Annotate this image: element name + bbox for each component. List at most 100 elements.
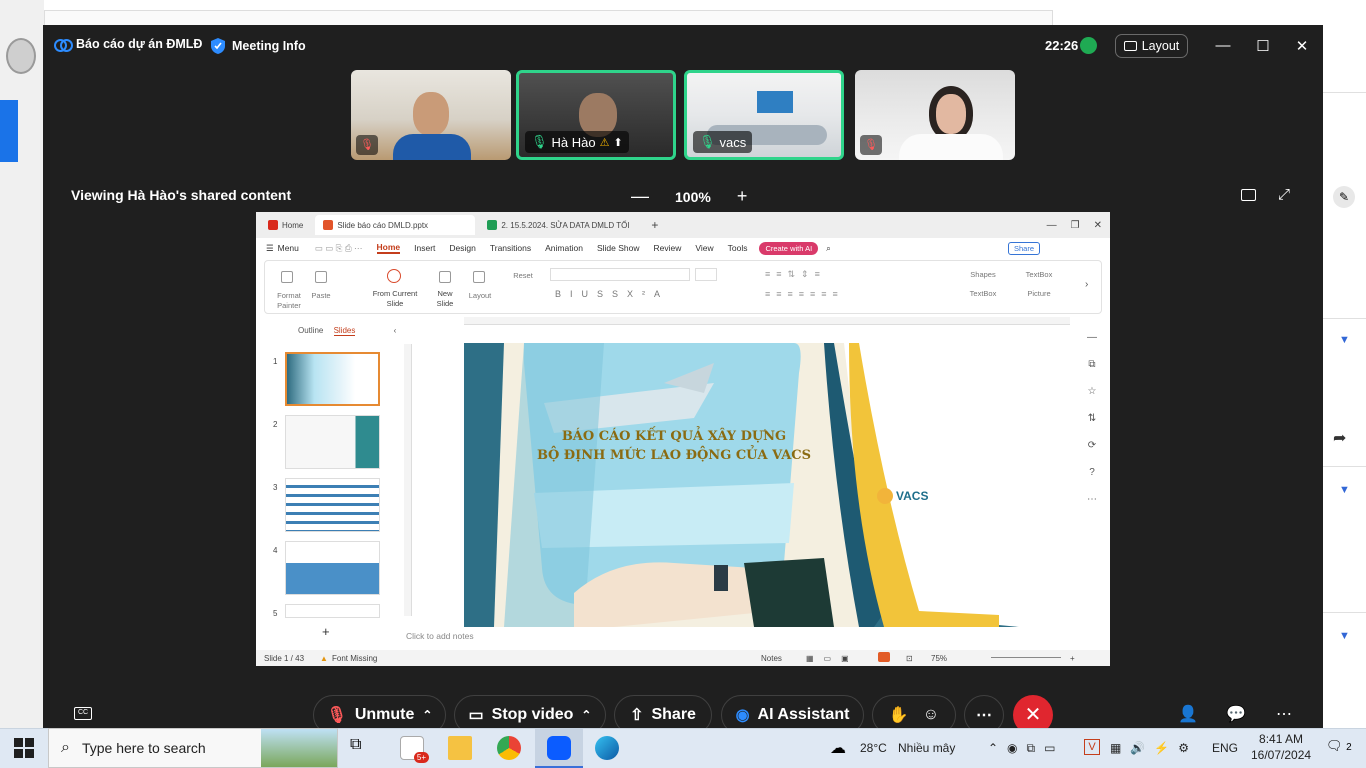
raise-hand-icon[interactable]: ✋: [889, 705, 909, 725]
menu-insert[interactable]: Insert: [414, 243, 435, 253]
hamburger-menu-icon[interactable]: ☰: [266, 243, 274, 254]
paste-icon[interactable]: [315, 271, 327, 283]
participant-tile-active[interactable]: 🎙 Hà Hào ⚠ ⬆: [516, 70, 676, 160]
windows-start-icon[interactable]: [14, 738, 34, 758]
window-restore-icon[interactable]: ❐: [1071, 220, 1080, 231]
quick-access-icons[interactable]: ▭ ▭ ⎘ ⎙ ⋯: [315, 243, 363, 254]
taskbar-clock[interactable]: 8:41 AM 16/07/2024: [1251, 731, 1311, 763]
new-tab-icon[interactable]: +: [651, 218, 658, 232]
slideshow-play-icon[interactable]: [878, 652, 890, 662]
captions-icon[interactable]: CC: [74, 707, 92, 720]
layout-button[interactable]: Layout: [1115, 34, 1188, 58]
share-arrow-icon[interactable]: ➦: [1333, 428, 1346, 448]
paste-label[interactable]: Paste: [309, 291, 333, 301]
tab-home[interactable]: Home: [260, 215, 311, 235]
font-size-select[interactable]: [695, 268, 717, 281]
network-signal-icon[interactable]: [1080, 37, 1097, 54]
new-slide-label[interactable]: New Slide: [431, 289, 459, 309]
slide-thumbnail[interactable]: [285, 415, 380, 469]
create-with-ai-button[interactable]: Create with AI: [759, 241, 819, 255]
chevron-down-icon[interactable]: ▼: [1339, 484, 1350, 496]
minimize-icon[interactable]: —: [1214, 37, 1232, 54]
menu-tools[interactable]: Tools: [728, 243, 748, 253]
layout-icon[interactable]: [473, 271, 485, 283]
taskbar-search[interactable]: ⌕ Type here to search: [48, 728, 338, 768]
paragraph-icons[interactable]: ≡≡⇅⇕≡: [765, 269, 826, 280]
window-minimize-icon[interactable]: —: [1047, 220, 1057, 231]
menu-transitions[interactable]: Transitions: [490, 243, 531, 253]
input-language[interactable]: ENG: [1212, 741, 1238, 755]
scrollbar[interactable]: [1062, 324, 1072, 624]
menu-home[interactable]: Home: [376, 242, 401, 254]
maximize-icon[interactable]: ☐: [1254, 37, 1272, 55]
zoom-in-icon[interactable]: +: [737, 186, 748, 207]
view-options-icon[interactable]: [1241, 189, 1256, 201]
meeting-info-button[interactable]: Meeting Info: [210, 37, 306, 55]
font-name-select[interactable]: [550, 268, 690, 281]
side-toolbar[interactable]: — ⧉ ☆ ⇅ ⟳? ⋯: [1084, 324, 1100, 505]
zoom-out-icon[interactable]: —: [631, 186, 649, 207]
tab-spreadsheet[interactable]: 2. 15.5.2024. SỬA DATA DMLD TỐI: [479, 215, 639, 235]
notification-center[interactable]: 🗨 2: [1326, 738, 1352, 754]
from-current-slide-label[interactable]: From Current Slide: [369, 289, 421, 309]
fullscreen-icon[interactable]: ⤢: [1278, 186, 1290, 203]
task-view-icon[interactable]: ⧉: [350, 736, 374, 760]
window-close-icon[interactable]: ✕: [1094, 220, 1102, 231]
emoji-reaction-icon[interactable]: ☺: [923, 706, 939, 724]
weather-description[interactable]: Nhiều mây: [898, 741, 955, 755]
status-zoom-level[interactable]: 75%: [931, 654, 947, 663]
chevron-up-icon[interactable]: ⌃: [581, 708, 591, 722]
shapes-button[interactable]: Shapes: [961, 270, 1005, 280]
participants-icon[interactable]: 👤: [1178, 704, 1198, 724]
chrome-icon[interactable]: [497, 736, 521, 760]
slide-thumbnail[interactable]: [285, 478, 380, 532]
zoom-taskbar-active[interactable]: [535, 728, 583, 768]
picture-button[interactable]: Picture: [1017, 289, 1061, 299]
add-slide-icon[interactable]: +: [322, 624, 330, 639]
participant-tile[interactable]: 🎙: [351, 70, 511, 160]
notes-toggle[interactable]: Notes: [761, 654, 782, 663]
file-explorer-icon[interactable]: [448, 736, 472, 760]
menu-view[interactable]: View: [695, 243, 713, 253]
menu-label[interactable]: Menu: [278, 243, 299, 253]
zoom-in-icon[interactable]: +: [1070, 654, 1075, 663]
zoom-slider[interactable]: [991, 657, 1061, 658]
chat-icon[interactable]: 💬: [1226, 704, 1246, 724]
play-from-current-icon[interactable]: [387, 269, 401, 283]
chevron-up-icon[interactable]: ⌃: [422, 708, 432, 722]
textbox-button[interactable]: TextBox: [1017, 270, 1061, 280]
textbox-dropdown[interactable]: TextBox: [961, 289, 1005, 299]
menu-review[interactable]: Review: [653, 243, 681, 253]
ribbon-next-icon[interactable]: ›: [1085, 279, 1088, 290]
edge-icon[interactable]: [595, 736, 619, 760]
search-icon[interactable]: ⌕: [826, 243, 831, 254]
menu-animation[interactable]: Animation: [545, 243, 583, 253]
close-icon[interactable]: ✕: [1293, 37, 1311, 55]
tab-presentation[interactable]: Slide báo cáo DMLD.pptx: [315, 215, 476, 235]
slides-tab[interactable]: Slides: [333, 326, 356, 336]
menu-design[interactable]: Design: [449, 243, 475, 253]
participant-tile[interactable]: 🎙: [855, 70, 1015, 160]
align-icons[interactable]: ≡≡≡≡≡≡≡: [765, 289, 844, 299]
font-missing-label[interactable]: Font Missing: [332, 654, 377, 663]
collapse-panel-icon[interactable]: ‹: [394, 326, 397, 335]
weather-temperature[interactable]: 28°C: [860, 741, 887, 755]
vietnamese-input-icon[interactable]: V: [1084, 739, 1100, 755]
more-icon[interactable]: ⋯: [1276, 704, 1292, 724]
network-sound-icons[interactable]: ▦🔊⚡⚙: [1110, 741, 1198, 755]
slide-thumbnail[interactable]: [285, 352, 380, 406]
edit-icon[interactable]: ✎: [1333, 186, 1355, 208]
notes-area[interactable]: Click to add notes: [406, 631, 474, 641]
slide-thumbnail[interactable]: [285, 604, 380, 618]
share-document-button[interactable]: Share: [1007, 241, 1040, 255]
menu-slide-show[interactable]: Slide Show: [597, 243, 640, 253]
new-slide-icon[interactable]: [439, 271, 451, 283]
fit-icon[interactable]: ⊡: [906, 654, 913, 663]
view-mode-icons[interactable]: ▦▭▣: [806, 654, 859, 663]
format-painter-icon[interactable]: [281, 271, 293, 283]
slide-thumbnail[interactable]: [285, 541, 380, 595]
chevron-down-icon[interactable]: ▼: [1339, 334, 1350, 346]
text-format-icons[interactable]: BIUSSX²A: [555, 289, 669, 299]
chevron-down-icon[interactable]: ▼: [1339, 630, 1350, 642]
participant-tile-active[interactable]: 🎙 vacs: [684, 70, 844, 160]
